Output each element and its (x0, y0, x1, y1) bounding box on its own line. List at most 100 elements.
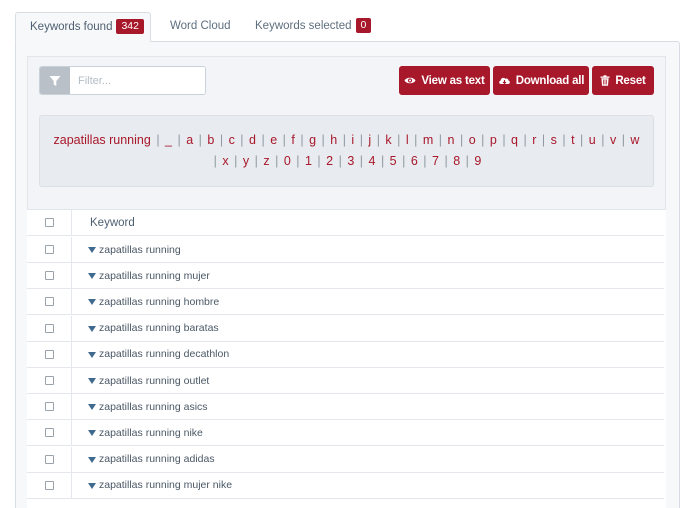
alphabet-link[interactable]: y (243, 154, 249, 168)
caret-down-icon[interactable] (88, 325, 96, 332)
row-check-cell (27, 263, 72, 289)
alphabet-link[interactable]: 6 (411, 154, 418, 168)
tab-word-cloud[interactable]: Word Cloud (156, 12, 245, 42)
separator: | (380, 154, 385, 168)
alphabet-link[interactable]: x (222, 154, 228, 168)
caret-down-icon[interactable] (88, 273, 96, 280)
separator: | (234, 154, 238, 168)
keywords-table: Keyword zapatillas running zapatillas run… (27, 209, 666, 508)
alphabet-link[interactable]: k (385, 133, 391, 147)
row-checkbox[interactable] (44, 245, 54, 254)
eye-icon (404, 77, 416, 84)
button-label: Reset (615, 74, 646, 87)
row-checkbox[interactable] (44, 402, 54, 412)
alphabet-link[interactable]: o (469, 133, 476, 147)
separator: | (414, 133, 418, 147)
alphabet-link[interactable]: g (309, 133, 316, 147)
row-check-cell (27, 394, 72, 420)
row-checkbox[interactable] (44, 297, 54, 307)
separator: | (562, 133, 566, 147)
alphabet-link[interactable]: r (532, 133, 536, 147)
separator: | (580, 133, 584, 147)
caret-down-icon[interactable] (88, 351, 96, 358)
table-row: zapatillas running adidas (27, 446, 664, 473)
row-checkbox[interactable] (44, 349, 54, 359)
alphabet-link[interactable]: h (330, 133, 337, 147)
alphabet-link[interactable]: w (630, 133, 639, 147)
separator: | (321, 133, 325, 147)
alphabet-link-all[interactable]: zapatillas running (54, 133, 151, 147)
alphabet-link[interactable]: i (351, 133, 354, 147)
caret-down-icon[interactable] (88, 456, 96, 463)
keyword-cell: zapatillas running adidas (73, 447, 215, 472)
tab-keywords-found[interactable]: Keywords found 342 (15, 12, 151, 42)
caret-down-icon[interactable] (88, 247, 96, 253)
alphabet-link[interactable]: 9 (474, 154, 481, 168)
keyword-text: zapatillas running (99, 243, 181, 256)
view-as-text-button[interactable]: View as text (399, 66, 490, 95)
table-row: zapatillas running mujer nike (27, 472, 664, 499)
button-label: View as text (421, 74, 485, 87)
alphabet-link[interactable]: m (423, 133, 433, 147)
keyword-column-header: Keyword (90, 216, 135, 229)
row-check-cell (27, 368, 72, 393)
tab-bar: Keywords found 342 Word Cloud Keywords se… (10, 12, 690, 42)
caret-down-icon[interactable] (88, 430, 96, 437)
caret-down-icon[interactable] (88, 404, 96, 411)
alphabet-link[interactable]: q (511, 133, 518, 147)
alphabet-link[interactable]: 0 (284, 154, 291, 168)
alphabet-link[interactable]: l (406, 133, 409, 147)
caret-down-icon[interactable] (88, 378, 96, 384)
alphabet-link[interactable]: _ (165, 133, 172, 147)
separator: | (342, 133, 346, 147)
alphabet-link[interactable]: d (249, 133, 256, 147)
separator: | (359, 154, 364, 168)
download-all-button[interactable]: Download all (493, 66, 589, 95)
separator: | (502, 133, 506, 147)
count-badge: 0 (355, 18, 372, 33)
alphabet-link[interactable]: p (490, 133, 497, 147)
table-row: zapatillas running (27, 237, 664, 263)
reset-button[interactable]: Reset (592, 66, 654, 95)
row-checkbox[interactable] (44, 323, 54, 333)
alphabet-link[interactable]: 4 (369, 154, 376, 168)
filter-input[interactable] (70, 67, 205, 94)
alphabet-link[interactable]: 2 (326, 154, 333, 168)
alphabet-link[interactable]: s (551, 133, 557, 147)
separator: | (438, 133, 443, 147)
tab-keywords-selected[interactable]: Keywords selected 0 (241, 12, 385, 42)
alphabet-link[interactable]: 8 (453, 154, 460, 168)
table-row: zapatillas running mujer (27, 263, 664, 290)
alphabet-link[interactable]: z (263, 154, 269, 168)
separator: | (481, 133, 485, 147)
alphabet-link[interactable]: f (291, 133, 294, 147)
alphabet-link[interactable]: b (207, 133, 214, 147)
caret-down-icon[interactable] (88, 299, 96, 306)
row-checkbox[interactable] (44, 454, 54, 464)
keyword-cell: zapatillas running asics (73, 394, 208, 419)
caret-down-icon[interactable] (88, 482, 96, 489)
alphabet-link[interactable]: j (368, 133, 371, 147)
select-all-checkbox[interactable] (44, 218, 54, 227)
separator: | (541, 133, 546, 147)
row-checkbox[interactable] (44, 428, 54, 438)
row-checkbox[interactable] (44, 376, 54, 385)
alphabet-link[interactable]: e (270, 133, 277, 147)
keyword-text: zapatillas running decathlon (99, 348, 230, 361)
row-checkbox[interactable] (44, 480, 54, 490)
alphabet-link[interactable]: v (610, 133, 616, 147)
alphabet-link[interactable]: 7 (432, 154, 439, 168)
alphabet-link[interactable]: c (229, 133, 235, 147)
row-checkbox[interactable] (44, 271, 54, 281)
alphabet-link[interactable]: u (589, 133, 596, 147)
table-row: zapatillas running asics (27, 394, 664, 421)
alphabet-link[interactable]: 1 (305, 154, 312, 168)
alphabet-link[interactable]: 3 (347, 154, 354, 168)
alphabet-link[interactable]: 5 (390, 154, 397, 168)
tab-label: Keywords selected (255, 20, 352, 32)
alphabet-link[interactable]: a (186, 133, 193, 147)
row-check-cell (27, 237, 72, 262)
alphabet-link[interactable]: n (448, 133, 455, 147)
alphabet-link[interactable]: t (571, 133, 574, 147)
separator: | (601, 133, 605, 147)
